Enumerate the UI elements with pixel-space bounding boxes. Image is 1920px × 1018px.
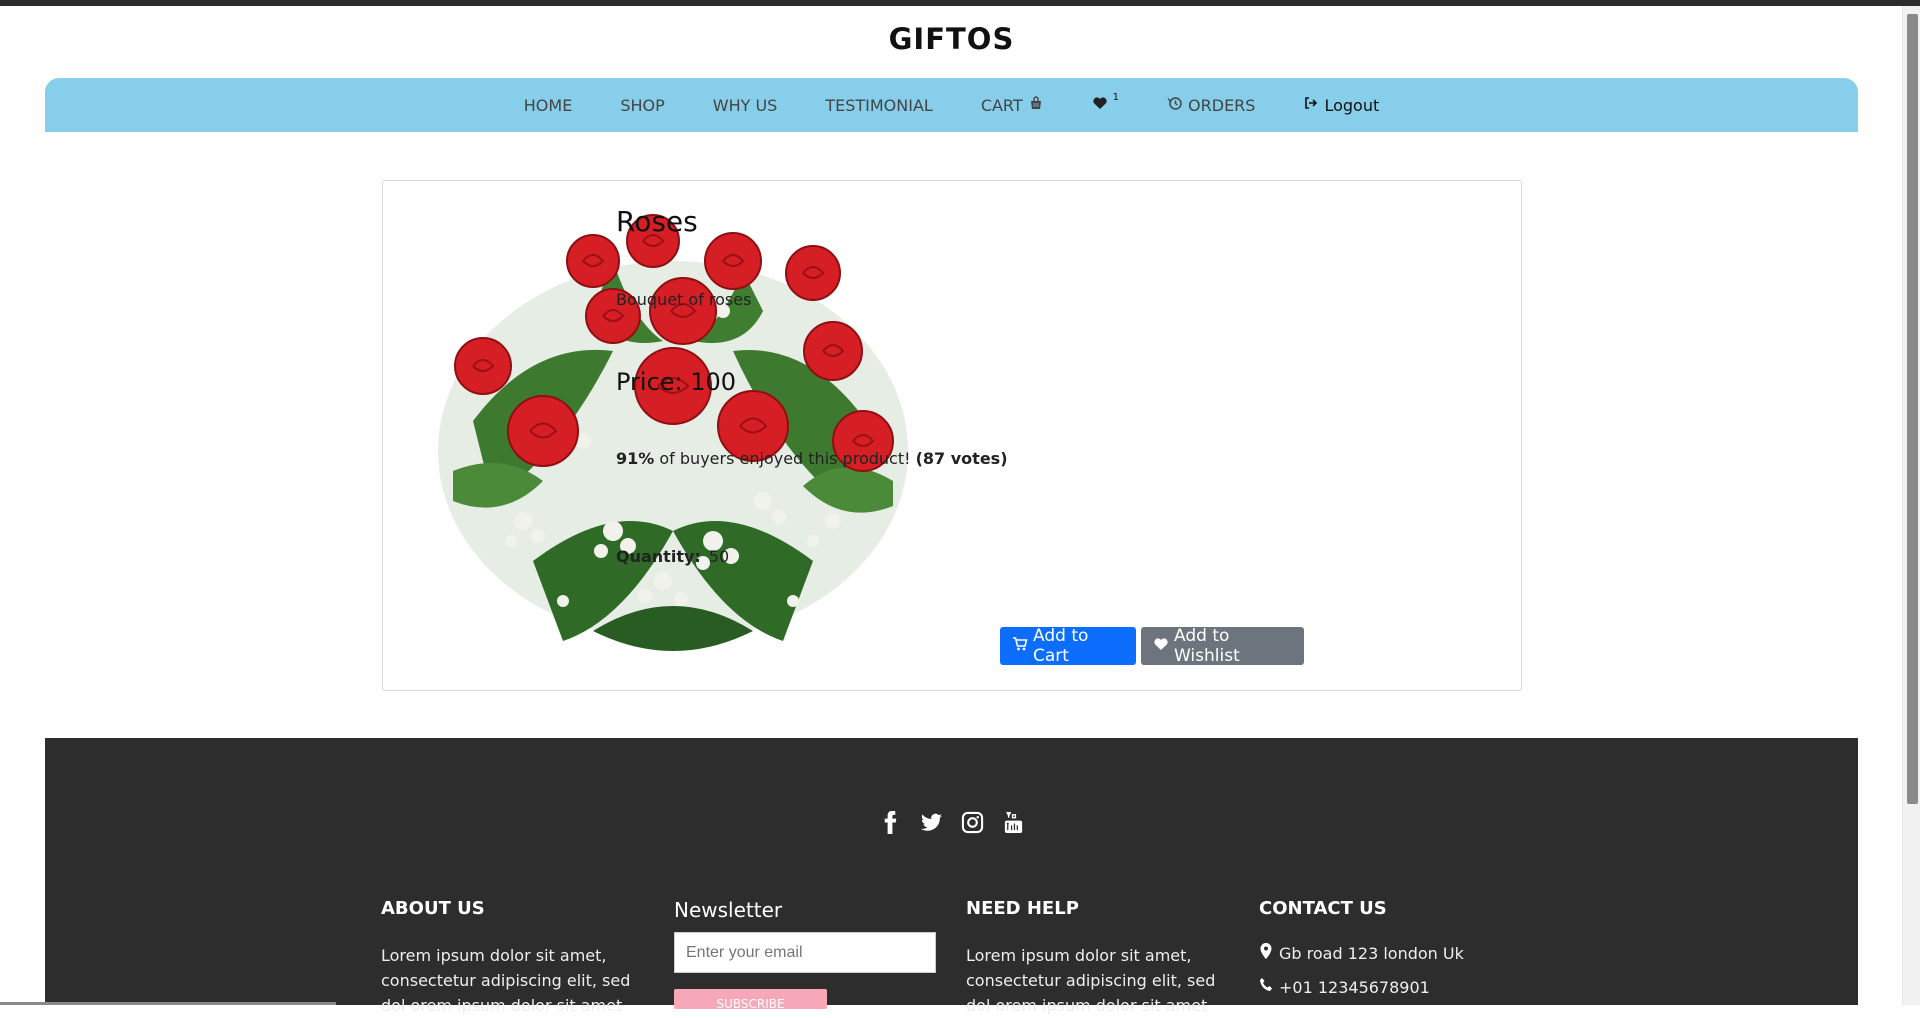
sign-out-icon — [1303, 95, 1319, 115]
nav-home[interactable]: HOME — [524, 96, 573, 115]
social-links — [45, 811, 1858, 834]
product-card — [382, 180, 1522, 691]
heart-icon — [1153, 636, 1169, 657]
quantity-value: 50 — [708, 547, 730, 566]
nav-wishlist[interactable]: 1 — [1092, 91, 1120, 115]
top-border — [0, 0, 1920, 6]
add-to-wishlist-button[interactable]: Add to Wishlist — [1141, 626, 1304, 666]
product-image-roses — [438, 214, 908, 651]
wishlist-count-badge: 1 — [1112, 91, 1120, 103]
product-title: Roses — [616, 205, 698, 238]
nav-orders[interactable]: ORDERS — [1167, 95, 1255, 115]
contact-address-text: Gb road 123 london Uk — [1279, 943, 1464, 963]
newsletter-title: Newsletter — [674, 898, 783, 922]
footer-contact-title: CONTACT US — [1259, 898, 1387, 919]
nav-logout[interactable]: Logout — [1303, 95, 1379, 115]
add-to-wishlist-label: Add to Wishlist — [1174, 626, 1240, 666]
newsletter-email-input[interactable] — [674, 932, 936, 973]
nav-logout-label: Logout — [1324, 95, 1380, 115]
footer-help: NEED HELP Lorem ipsum dolor sit amet, co… — [966, 898, 1226, 1018]
footer-about-text: Lorem ipsum dolor sit amet, consectetur … — [381, 946, 631, 1015]
nav-orders-label: ORDERS — [1188, 95, 1256, 115]
shopping-bag-icon — [1028, 95, 1044, 115]
site-footer: ABOUT US Lorem ipsum dolor sit amet, con… — [45, 738, 1858, 1015]
footer-contact: CONTACT US Gb road 123 london Uk +01 123… — [1259, 898, 1519, 997]
footer-help-title: NEED HELP — [966, 898, 1079, 919]
footer-about: ABOUT US Lorem ipsum dolor sit amet, con… — [381, 898, 641, 1018]
add-to-cart-button[interactable]: Add to Cart — [1000, 626, 1136, 666]
nav-cart-label: CART — [980, 95, 1023, 115]
facebook-icon[interactable] — [879, 811, 902, 834]
footer-newsletter: Newsletter SUBSCRIBE — [674, 898, 936, 1009]
youtube-icon[interactable] — [1002, 811, 1025, 834]
nav-cart[interactable]: CART — [981, 95, 1044, 115]
nav-why-us[interactable]: WHY US — [713, 96, 778, 115]
scrollbar-thumb[interactable] — [1907, 14, 1918, 804]
footer-help-text: Lorem ipsum dolor sit amet, consectetur … — [966, 946, 1216, 1015]
rating-percent: 91% — [616, 449, 655, 468]
product-description: Bouquet of roses — [616, 290, 752, 309]
rating-votes: (87 votes) — [915, 449, 1008, 468]
history-icon — [1167, 95, 1183, 115]
product-rating: 91% of buyers enjoyed this product! (87 … — [616, 449, 1008, 468]
quantity-label: Quantity: — [616, 547, 701, 566]
phone-icon — [1259, 977, 1273, 997]
shopping-cart-icon — [1012, 636, 1028, 657]
product-quantity: Quantity: 50 — [616, 547, 729, 566]
contact-address: Gb road 123 london Uk — [1259, 943, 1519, 963]
rating-text: of buyers enjoyed this product! — [654, 449, 916, 468]
footer-about-title: ABOUT US — [381, 898, 485, 919]
map-marker-icon — [1259, 943, 1273, 963]
add-to-cart-label: Add to Cart — [1033, 626, 1089, 666]
instagram-icon[interactable] — [961, 811, 984, 834]
main-navbar: HOME SHOP WHY US TESTIMONIAL CART 1 ORDE… — [45, 78, 1858, 132]
product-price: Price: 100 — [616, 368, 737, 396]
nav-shop[interactable]: SHOP — [620, 96, 664, 115]
contact-phone-text: +01 12345678901 — [1279, 977, 1430, 997]
heart-icon — [1092, 95, 1108, 115]
vertical-scrollbar[interactable] — [1902, 6, 1920, 1005]
contact-phone: +01 12345678901 — [1259, 977, 1519, 997]
subscribe-button[interactable]: SUBSCRIBE — [674, 989, 827, 1009]
twitter-icon[interactable] — [920, 811, 943, 834]
brand-logo[interactable]: GIFTOS — [0, 22, 1903, 56]
nav-testimonial[interactable]: TESTIMONIAL — [825, 96, 932, 115]
